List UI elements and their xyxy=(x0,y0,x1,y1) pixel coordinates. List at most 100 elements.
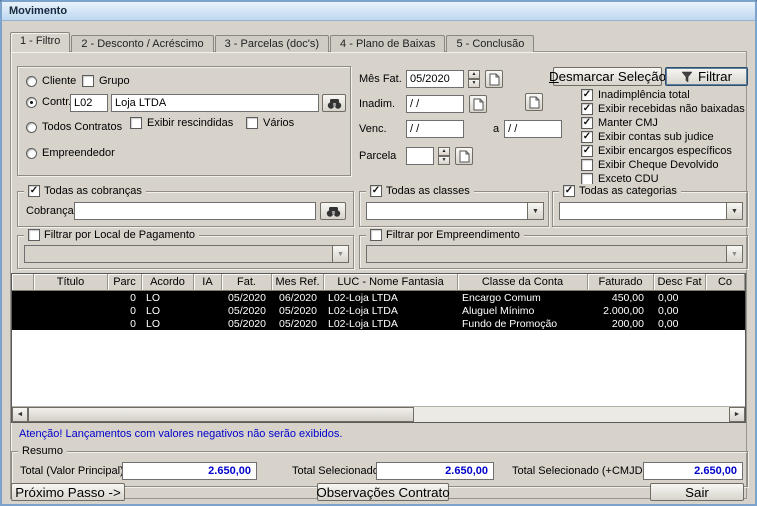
radio-cliente[interactable]: Cliente xyxy=(26,75,76,87)
inadim-value: / / xyxy=(410,98,420,110)
grid-cell-co xyxy=(706,291,745,304)
scrollbar-thumb[interactable] xyxy=(28,407,414,422)
dropdown-arrow-icon[interactable]: ▼ xyxy=(527,202,544,220)
tab-conclusao[interactable]: 5 - Conclusão xyxy=(446,35,535,52)
tab-filtro[interactable]: 1 - Filtro xyxy=(10,32,71,52)
movimento-window: Movimento 1 - Filtro 2 - Desconto / Acré… xyxy=(0,0,757,506)
sair-button[interactable]: Sair xyxy=(650,483,744,501)
grid-header-titulo[interactable]: Título xyxy=(34,274,108,291)
checkbox-varios[interactable]: Vários xyxy=(246,117,294,129)
filtrar-button[interactable]: Filtrar xyxy=(665,67,748,86)
parcela-label: Parcela xyxy=(359,150,397,162)
venc-from-input[interactable]: / / xyxy=(406,120,464,138)
mes-fat-input[interactable]: 05/2020 xyxy=(406,70,464,88)
checkbox-icon xyxy=(130,117,142,129)
radio-contr[interactable]: Contr. xyxy=(26,96,71,108)
classes-groupbox: ✓ Todas as classes ▼ xyxy=(359,184,549,227)
checkbox-exibir-rescindidas[interactable]: Exibir rescindidas xyxy=(130,117,233,129)
contract-name-input[interactable]: Loja LTDA xyxy=(111,94,319,112)
tab-plano-baixas[interactable]: 4 - Plano de Baixas xyxy=(330,35,446,52)
venc-to-input[interactable]: / / xyxy=(504,120,563,138)
check-glyph: ✓ xyxy=(371,184,381,196)
checkbox-icon xyxy=(581,159,593,171)
checkbox-varios-label: Vários xyxy=(263,117,295,129)
radio-empreendedor-label: Empreendedor xyxy=(42,147,115,159)
spin-up-icon[interactable]: ▲ xyxy=(438,147,450,156)
grid-row[interactable]: 0 LO 05/2020 05/2020 L02-Loja LTDA Alugu… xyxy=(12,304,745,317)
grid-cell-co xyxy=(706,304,745,317)
grid-header-faturado[interactable]: Faturado xyxy=(588,274,654,291)
checkbox-inadimplencia-total[interactable]: ✓ Inadimplência total xyxy=(581,89,690,101)
grid-header-parc[interactable]: Parc xyxy=(108,274,142,291)
checkbox-encargos-especificos[interactable]: ✓ Exibir encargos específicos xyxy=(581,145,732,157)
grid-row[interactable]: 0 LO 05/2020 05/2020 L02-Loja LTDA Fundo… xyxy=(12,317,745,330)
check-glyph: ✓ xyxy=(582,116,592,128)
window-titlebar[interactable]: Movimento xyxy=(2,2,755,21)
grid-header-desc-fat[interactable]: Desc Fat xyxy=(654,274,706,291)
desmarcar-selecao-button[interactable]: Desmarcar Seleção xyxy=(549,67,666,86)
spin-up-icon[interactable]: ▲ xyxy=(468,70,480,79)
grid-header-ia[interactable]: IA xyxy=(194,274,222,291)
proximo-passo-button[interactable]: Próximo Passo -> xyxy=(11,483,125,501)
categorias-legend: ✓ Todas as categorias xyxy=(559,184,681,198)
checkbox-cheque-devolvido[interactable]: Exibir Cheque Devolvido xyxy=(581,159,718,171)
grid-header-mes-ref[interactable]: Mes Ref. xyxy=(272,274,324,291)
filtrar-local-pagamento-checkbox[interactable] xyxy=(28,229,40,241)
inadim-calendar-button[interactable] xyxy=(469,95,487,113)
total-selecionado-field: 2.650,00 xyxy=(376,462,494,480)
tab-desconto-acrescimo[interactable]: 2 - Desconto / Acréscimo xyxy=(71,35,214,52)
grid-header-luc[interactable]: LUC - Nome Fantasia xyxy=(324,274,458,291)
grid-header-fat[interactable]: Fat. xyxy=(222,274,272,291)
grid-header-acordo[interactable]: Acordo xyxy=(142,274,194,291)
scroll-right-icon[interactable]: ► xyxy=(729,407,745,422)
local-pagamento-dropdown[interactable]: ▼ xyxy=(24,245,349,263)
warning-text: Atenção! Lançamentos com valores negativ… xyxy=(19,428,343,440)
classes-dropdown[interactable]: ▼ xyxy=(366,202,544,220)
scroll-left-icon[interactable]: ◄ xyxy=(12,407,28,422)
tab-strip: 1 - Filtro 2 - Desconto / Acréscimo 3 - … xyxy=(10,32,535,52)
checkbox-grupo-label: Grupo xyxy=(99,75,130,87)
radio-todos-contratos[interactable]: Todos Contratos xyxy=(26,121,122,133)
checkbox-exibir-recebidas[interactable]: ✓ Exibir recebidas não baixadas xyxy=(581,103,745,115)
empreendimento-dropdown[interactable]: ▼ xyxy=(366,245,743,263)
checkbox-grupo[interactable]: Grupo xyxy=(82,75,130,87)
check-glyph: ✓ xyxy=(582,144,592,156)
checkbox-contas-sub-judice[interactable]: ✓ Exibir contas sub judice xyxy=(581,131,714,143)
contract-search-button[interactable] xyxy=(322,94,346,112)
categorias-groupbox: ✓ Todas as categorias ▼ xyxy=(552,184,748,227)
option-label: Manter CMJ xyxy=(598,117,658,129)
categorias-dropdown-value xyxy=(559,202,726,220)
dropdown-arrow-icon[interactable]: ▼ xyxy=(726,202,743,220)
grid-header-selector[interactable] xyxy=(12,274,34,291)
filter-actions-row: Desmarcar Seleção Filtrar xyxy=(549,67,748,86)
todas-cobrancas-checkbox[interactable]: ✓ xyxy=(28,185,40,197)
todas-classes-checkbox[interactable]: ✓ xyxy=(370,185,382,197)
radio-empreendedor[interactable]: Empreendedor xyxy=(26,147,115,159)
todas-categorias-checkbox[interactable]: ✓ xyxy=(563,185,575,197)
parcela-input[interactable] xyxy=(406,147,434,165)
observacoes-contrato-label: Observações Contrato xyxy=(316,484,450,500)
observacoes-contrato-button[interactable]: Observações Contrato xyxy=(316,483,450,501)
grid-header-co[interactable]: Co xyxy=(706,274,745,291)
mes-fat-calendar-button[interactable] xyxy=(485,70,503,88)
tab-parcelas[interactable]: 3 - Parcelas (doc's) xyxy=(214,35,330,52)
cobranca-search-button[interactable] xyxy=(320,202,346,220)
spin-down-icon[interactable]: ▼ xyxy=(438,156,450,165)
empreendimento-groupbox: Filtrar por Empreendimento ▼ xyxy=(359,228,748,269)
grid-horizontal-scrollbar[interactable]: ◄ ► xyxy=(12,406,745,422)
grid-cell-desc-fat: 0,00 xyxy=(658,317,679,330)
contract-code-input[interactable]: L02 xyxy=(70,94,108,112)
cobranca-input[interactable] xyxy=(74,202,316,220)
grid-row[interactable]: 0 LO 05/2020 06/2020 L02-Loja LTDA Encar… xyxy=(12,291,745,304)
total-selecionado-label: Total Selecionado xyxy=(292,465,379,477)
spin-down-icon[interactable]: ▼ xyxy=(468,79,480,88)
resumo-legend: Resumo xyxy=(18,444,67,458)
checkbox-manter-cmj[interactable]: ✓ Manter CMJ xyxy=(581,117,658,129)
venc-calendar-button[interactable] xyxy=(525,93,543,111)
filtrar-empreendimento-checkbox[interactable] xyxy=(370,229,382,241)
grid-header-classe[interactable]: Classe da Conta xyxy=(458,274,588,291)
categorias-dropdown[interactable]: ▼ xyxy=(559,202,743,220)
total-selecionado-value: 2.650,00 xyxy=(445,465,488,477)
inadim-input[interactable]: / / xyxy=(406,95,464,113)
parcela-calendar-button[interactable] xyxy=(455,147,473,165)
